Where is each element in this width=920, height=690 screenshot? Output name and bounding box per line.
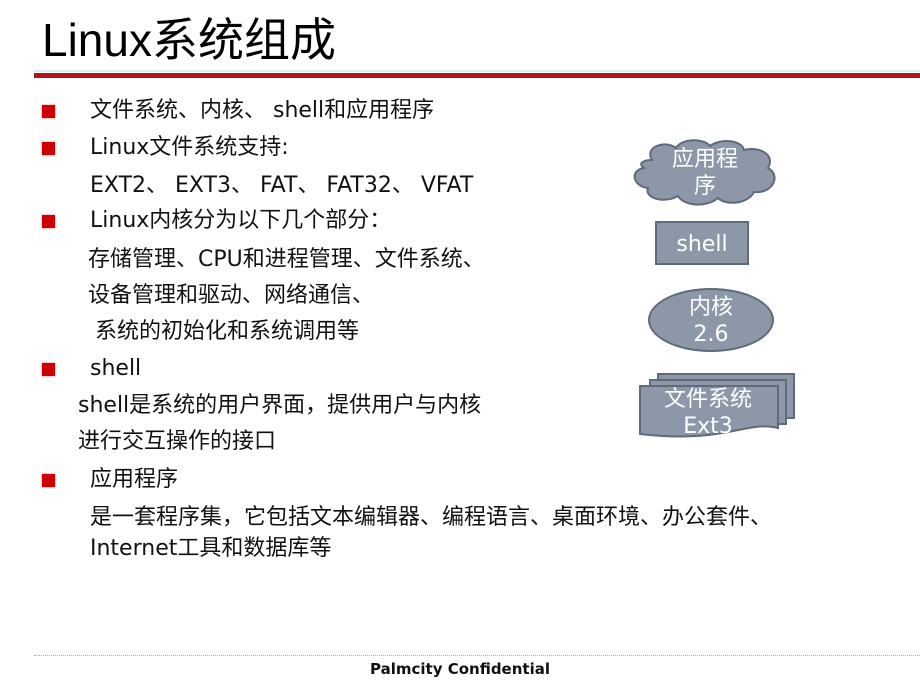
- bullet-marker: [42, 105, 55, 118]
- kernel-label-line1: 内核: [688, 295, 733, 320]
- footer-text: Palmcity Confidential: [370, 660, 550, 678]
- bullet-marker: [42, 363, 55, 376]
- bullet-text: shell: [90, 356, 142, 381]
- bullet-text: 文件系统、内核、 shell和应用程序: [90, 98, 435, 123]
- bullet-marker: [42, 142, 55, 155]
- bullet-subtext: 进行交互操作的接口: [78, 429, 277, 454]
- filesystem-label-line1: 文件系统: [663, 387, 752, 412]
- bullet-marker: [42, 474, 55, 487]
- cloud-label-line2: 序: [693, 174, 716, 199]
- bullet-marker: [42, 215, 55, 228]
- cloud-label-line1: 应用程: [671, 147, 738, 172]
- bullet-text: Linux内核分为以下几个部分：: [90, 208, 392, 233]
- title-rule-highlight: [34, 70, 920, 72]
- bullet-subtext: shell是系统的用户界面，提供用户与内核: [78, 393, 482, 418]
- footer-rule: [34, 655, 920, 656]
- slide-title: Linux系统组成: [42, 14, 336, 66]
- bullet-subtext: Internet工具和数据库等: [90, 536, 332, 561]
- bullet-subtext: 设备管理和驱动、网络通信、: [88, 283, 375, 308]
- kernel-label-line2: 2.6: [693, 322, 729, 347]
- shell-box: shell: [655, 221, 749, 265]
- kernel-ellipse: 内核 2.6: [648, 288, 774, 352]
- title-rule: [34, 73, 920, 78]
- cloud-label: 应用程 序: [640, 146, 770, 200]
- bullet-text: 应用程序: [90, 467, 179, 492]
- filesystem-label: 文件系统 Ext3: [640, 386, 776, 440]
- bullet-subtext: 存储管理、CPU和进程管理、文件系统、: [88, 247, 485, 272]
- bullet-subtext: 系统的初始化和系统调用等: [88, 319, 359, 344]
- bullet-subtext: EXT2、 EXT3、 FAT、 FAT32、 VFAT: [90, 173, 474, 198]
- bullet-subtext: 是一套程序集，它包括文本编辑器、编程语言、桌面环境、办公套件、: [90, 505, 773, 530]
- bullet-text: Linux文件系统支持:: [90, 135, 289, 160]
- filesystem-label-line2: Ext3: [683, 414, 733, 439]
